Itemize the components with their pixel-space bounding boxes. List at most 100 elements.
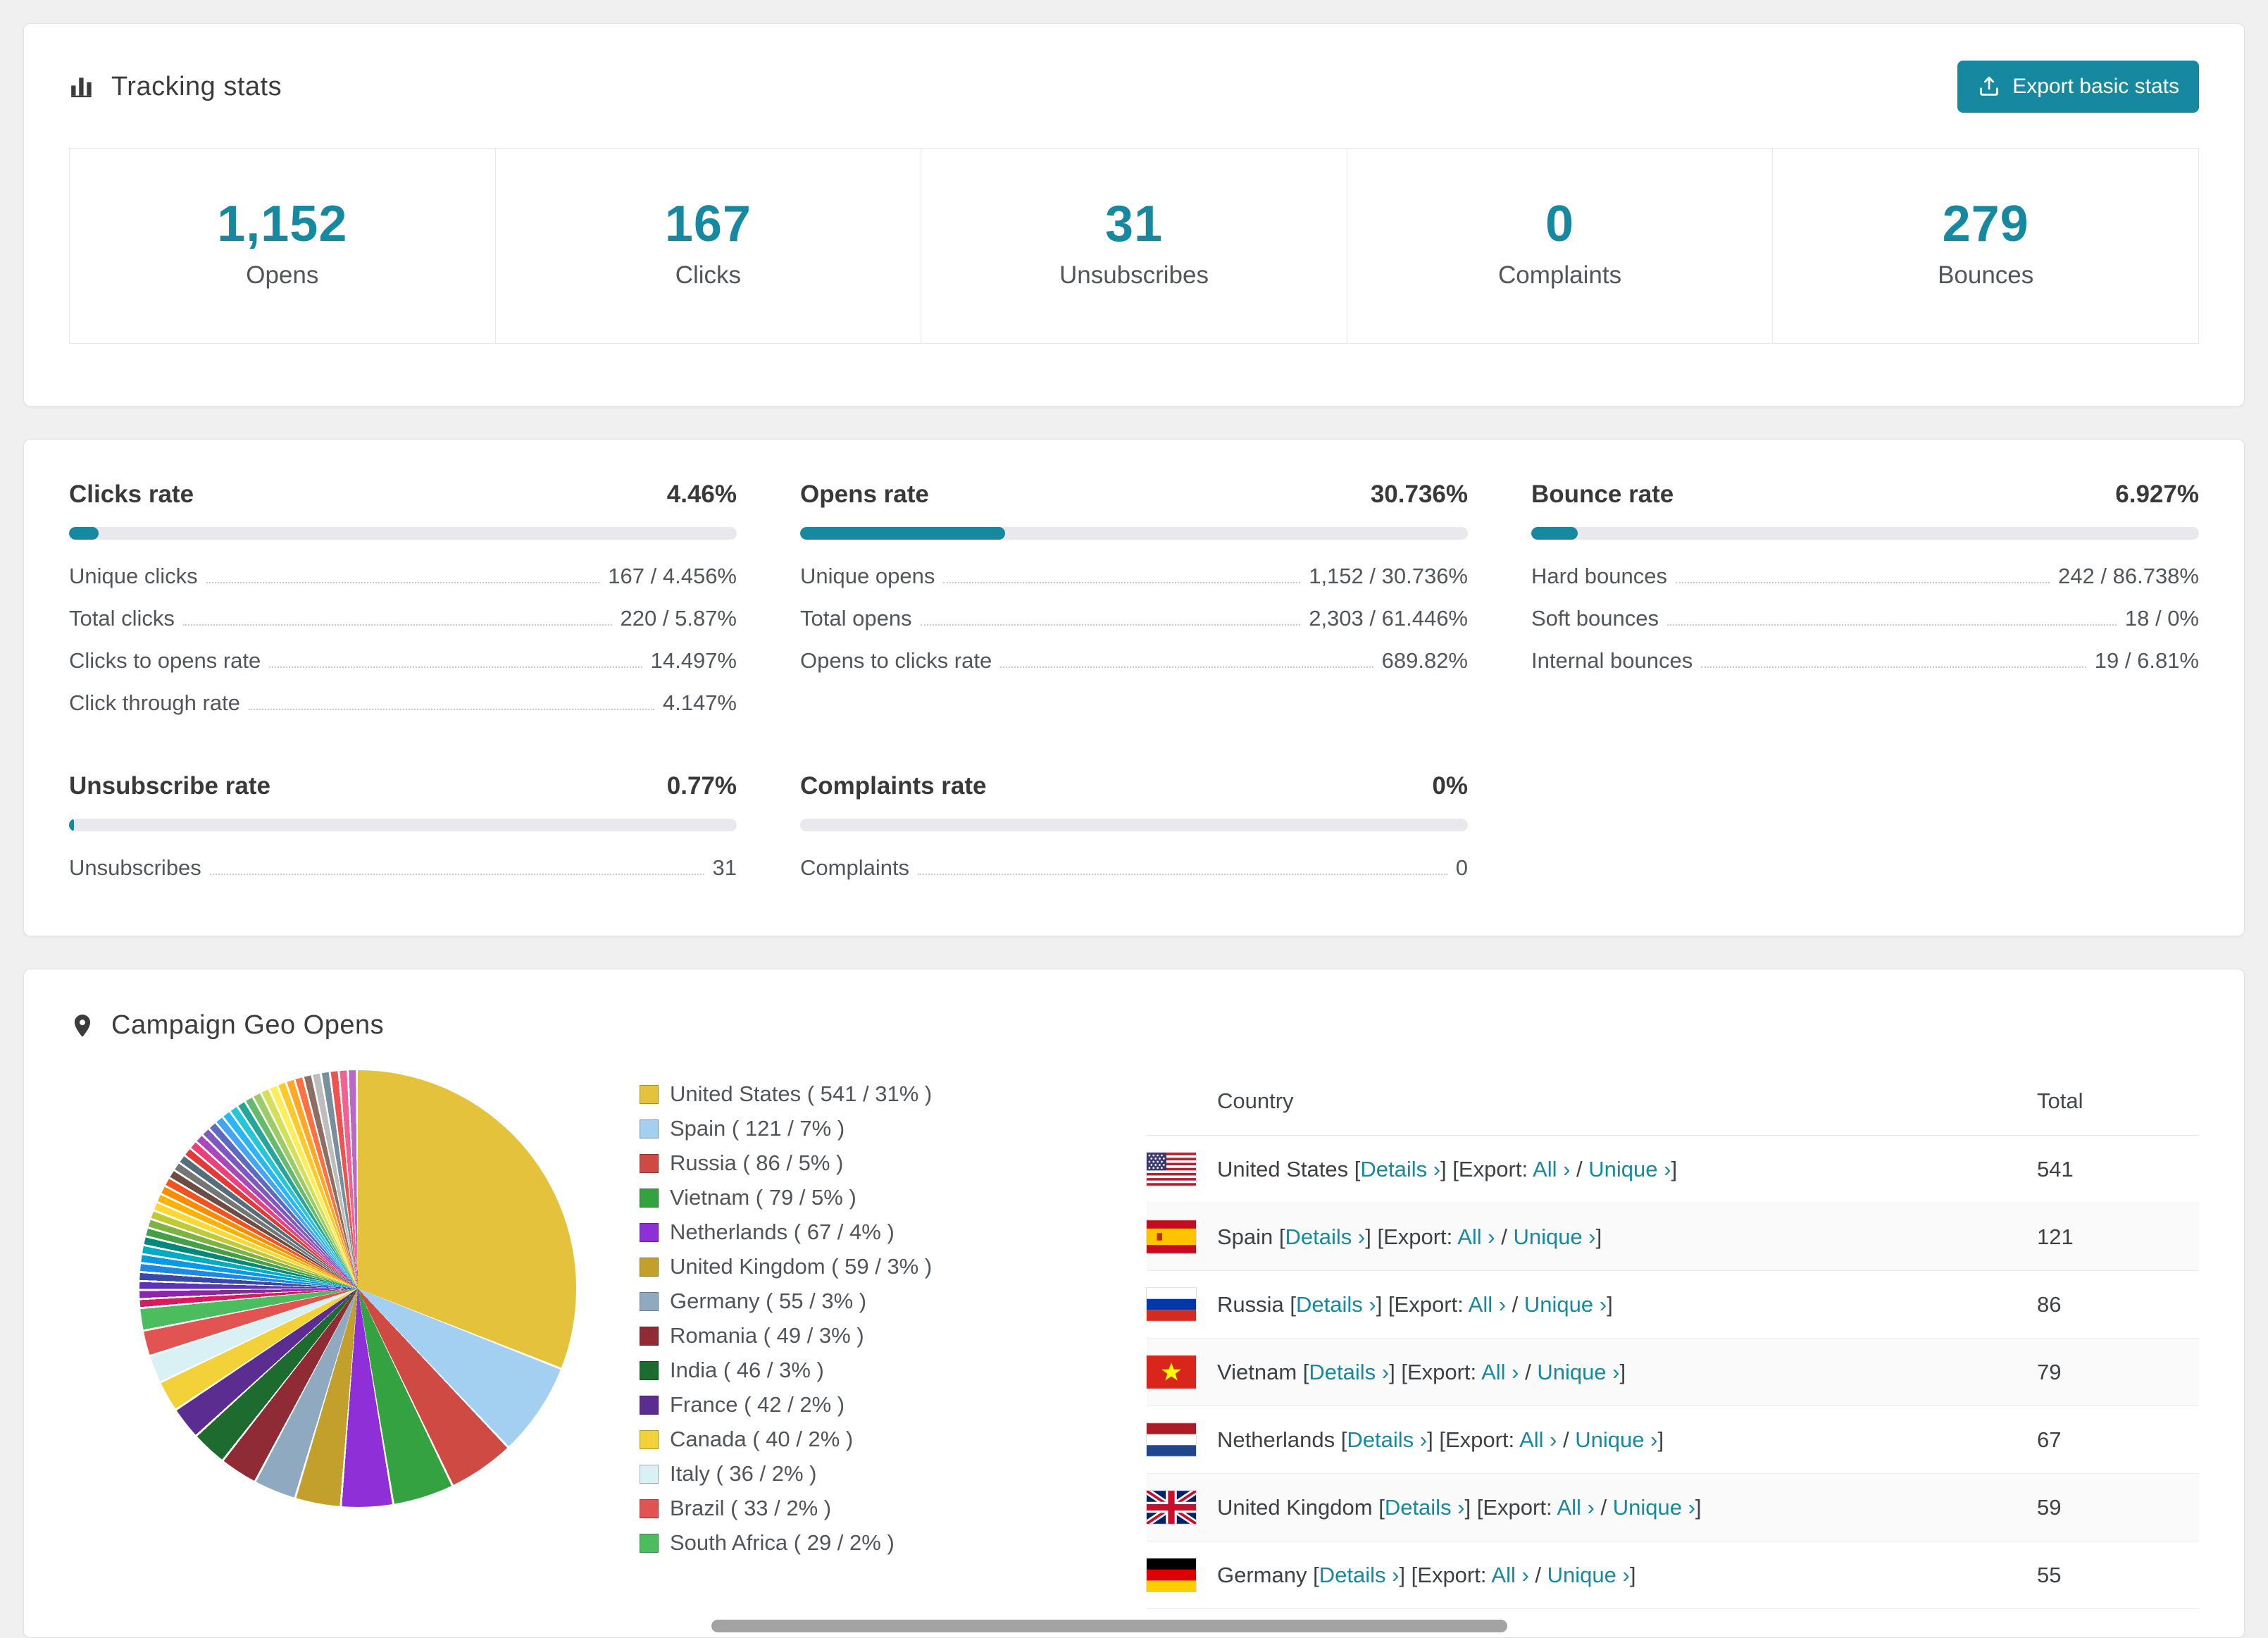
export-label: Export: <box>1445 1427 1515 1452</box>
geo-title: Campaign Geo Opens <box>111 1010 385 1040</box>
rate-row-label: Unique clicks <box>69 564 198 588</box>
legend-item: United States ( 541 / 31% ) <box>640 1081 971 1107</box>
details-link[interactable]: Details › <box>1360 1157 1440 1181</box>
country-cell: Netherlands [Details ›] [Export: All › /… <box>1217 1427 1664 1452</box>
details-link[interactable]: Details › <box>1296 1292 1376 1317</box>
rate-row: Complaints 0 <box>800 855 1468 881</box>
export-unique-link[interactable]: Unique › <box>1613 1495 1695 1520</box>
campaign-geo-opens-card: Campaign Geo Opens United States ( 541 /… <box>23 969 2245 1638</box>
legend-item: Brazil ( 33 / 2% ) <box>640 1496 971 1521</box>
legend-swatch <box>640 1360 659 1380</box>
flag-gb-icon <box>1146 1490 1197 1525</box>
export-all-link[interactable]: All › <box>1469 1292 1506 1317</box>
details-link[interactable]: Details › <box>1347 1427 1427 1452</box>
geo-table-row: Spain [Details ›] [Export: All › / Uniqu… <box>1146 1203 2199 1271</box>
horizontal-scrollbar-thumb[interactable] <box>711 1620 1507 1632</box>
rate-row-label: Internal bounces <box>1531 648 1693 673</box>
flag-ru-icon <box>1146 1287 1197 1322</box>
legend-label: Brazil ( 33 / 2% ) <box>670 1496 832 1520</box>
legend-label: South Africa ( 29 / 2% ) <box>670 1530 895 1555</box>
rate-row-label: Total clicks <box>69 606 175 631</box>
bounce-rate-section: Bounce rate 6.927% Hard bounces 242 / 86.… <box>1531 480 2199 716</box>
export-unique-link[interactable]: Unique › <box>1524 1292 1607 1317</box>
export-all-link[interactable]: All › <box>1457 1224 1495 1249</box>
details-link[interactable]: Details › <box>1285 1224 1366 1249</box>
geo-pie-chart <box>139 1070 576 1507</box>
details-link[interactable]: Details › <box>1319 1563 1400 1587</box>
country-total: 67 <box>2037 1427 2062 1452</box>
rate-row-value: 689.82% <box>1381 648 1468 673</box>
export-all-link[interactable]: All › <box>1491 1563 1528 1587</box>
stat-box-clicks: 167 Clicks <box>494 148 922 344</box>
rate-row: Unique opens 1,152 / 30.736% <box>800 564 1468 589</box>
legend-item: Germany ( 55 / 3% ) <box>640 1289 971 1314</box>
legend-item: Italy ( 36 / 2% ) <box>640 1461 971 1487</box>
legend-swatch <box>640 1429 659 1449</box>
rate-row-label: Complaints <box>800 855 910 880</box>
export-label: Export: <box>1458 1156 1528 1181</box>
dotted-leader <box>269 666 642 668</box>
export-all-link[interactable]: All › <box>1533 1157 1570 1181</box>
country-cell: Germany [Details ›] [Export: All › / Uni… <box>1217 1562 1636 1587</box>
legend-label: Italy ( 36 / 2% ) <box>670 1461 817 1486</box>
dotted-leader <box>918 874 1447 875</box>
flag-us-icon <box>1146 1152 1197 1186</box>
export-basic-stats-button[interactable]: Export basic stats <box>1957 61 2199 113</box>
geo-table-row: United Kingdom [Details ›] [Export: All … <box>1146 1474 2199 1541</box>
export-unique-link[interactable]: Unique › <box>1588 1157 1671 1181</box>
rate-row: Unsubscribes 31 <box>69 855 737 881</box>
total-column-header: Total <box>2037 1088 2083 1113</box>
unsubscribe-rate-section: Unsubscribe rate 0.77% Unsubscribes 31 <box>69 772 737 881</box>
details-link[interactable]: Details › <box>1309 1360 1389 1384</box>
legend-label: France ( 42 / 2% ) <box>670 1392 845 1417</box>
geo-table-row: Netherlands [Details ›] [Export: All › /… <box>1146 1406 2199 1474</box>
country-total: 55 <box>2037 1562 2062 1587</box>
dotted-leader <box>209 874 704 875</box>
bounces-label: Bounces <box>1938 261 2034 289</box>
rate-row-value: 4.147% <box>662 690 737 715</box>
legend-label: Netherlands ( 67 / 4% ) <box>670 1220 895 1244</box>
legend-item: United Kingdom ( 59 / 3% ) <box>640 1254 971 1279</box>
legend-swatch <box>640 1499 659 1518</box>
legend-item: South Africa ( 29 / 2% ) <box>640 1530 971 1556</box>
export-all-link[interactable]: All › <box>1557 1495 1594 1520</box>
legend-label: Germany ( 55 / 3% ) <box>670 1289 867 1313</box>
legend-label: India ( 46 / 3% ) <box>670 1358 824 1382</box>
rate-row-label: Total opens <box>800 606 912 631</box>
geo-table-row: Vietnam [Details ›] [Export: All › / Uni… <box>1146 1339 2199 1406</box>
rate-row-value: 14.497% <box>650 648 737 673</box>
export-all-link[interactable]: All › <box>1519 1427 1557 1452</box>
bounce-rate-progress-bar <box>1531 527 2199 540</box>
complaints-rate-section: Complaints rate 0% Complaints 0 <box>800 772 1468 881</box>
export-label: Export: <box>1394 1291 1464 1317</box>
dotted-leader <box>206 582 600 583</box>
opens-rate-value: 30.736% <box>1370 480 1468 508</box>
flag-vn-icon <box>1146 1355 1197 1389</box>
export-all-link[interactable]: All › <box>1481 1360 1519 1384</box>
country-cell: Russia [Details ›] [Export: All › / Uniq… <box>1217 1291 1613 1317</box>
legend-swatch <box>640 1291 659 1311</box>
export-unique-link[interactable]: Unique › <box>1513 1224 1595 1249</box>
geo-table-header: Country Total <box>1147 1070 2199 1136</box>
country-total: 86 <box>2037 1291 2062 1317</box>
rate-row-value: 19 / 6.81% <box>2094 648 2199 673</box>
country-name: Vietnam <box>1217 1359 1297 1384</box>
rate-row-label: Click through rate <box>69 690 240 715</box>
details-link[interactable]: Details › <box>1385 1495 1465 1520</box>
legend-swatch <box>640 1257 659 1277</box>
rate-row: Unique clicks 167 / 4.456% <box>69 564 737 589</box>
stat-box-opens: 1,152 Opens <box>69 148 496 344</box>
export-unique-link[interactable]: Unique › <box>1537 1360 1619 1384</box>
export-unique-link[interactable]: Unique › <box>1575 1427 1657 1452</box>
country-name: Germany <box>1217 1562 1307 1587</box>
legend-label: Vietnam ( 79 / 5% ) <box>670 1185 856 1210</box>
tracking-stats-title-row: Tracking stats <box>69 72 282 102</box>
stats-row: 1,152 Opens 167 Clicks 31 Unsubscribes 0… <box>69 148 2199 344</box>
country-total: 541 <box>2037 1156 2074 1181</box>
export-basic-stats-label: Export basic stats <box>2012 75 2179 98</box>
rate-row-value: 2,303 / 61.446% <box>1309 606 1468 631</box>
legend-item: Russia ( 86 / 5% ) <box>640 1150 971 1176</box>
rate-row-value: 220 / 5.87% <box>620 606 737 631</box>
export-unique-link[interactable]: Unique › <box>1547 1563 1630 1587</box>
country-total: 79 <box>2037 1359 2062 1384</box>
